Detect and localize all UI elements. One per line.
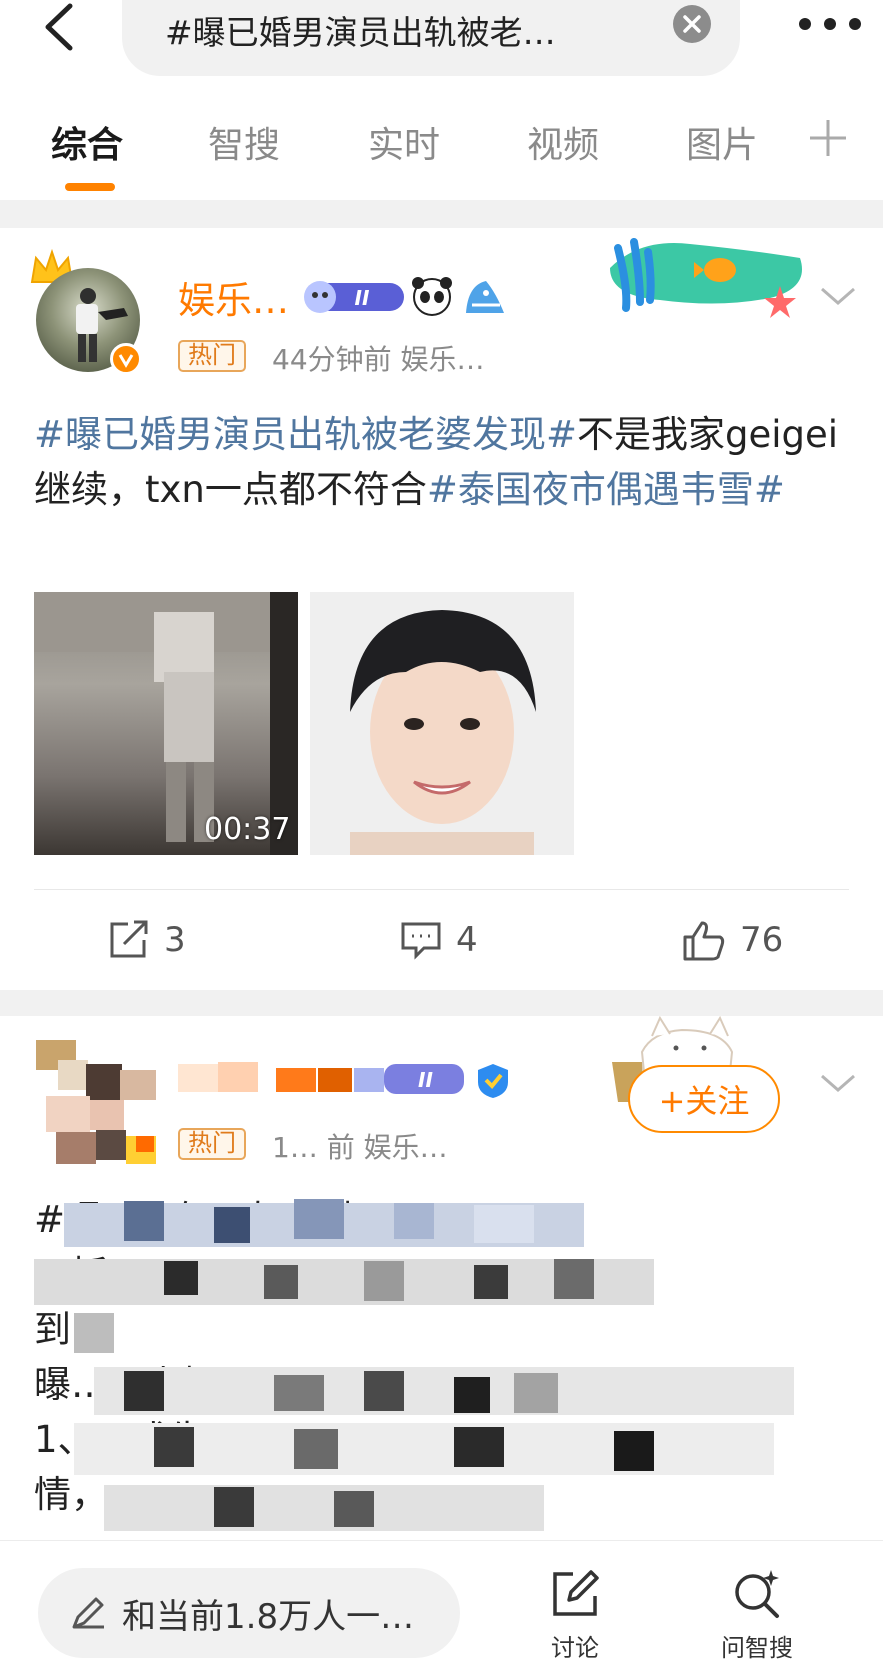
tab-video[interactable]: 视频 [527,116,599,168]
post-text: #曝已婚男演员出轨被老婆发现#不是我家geigei继续，txn一点都不符合#泰国… [34,407,849,517]
svg-text:II: II [418,1068,433,1092]
follow-button[interactable]: +关注 [628,1065,780,1133]
clear-search-icon[interactable] [673,5,711,43]
post-meta: 44分钟前 娱乐… [272,343,485,376]
ocean-decoration-icon [610,238,802,318]
chevron-down-icon[interactable] [818,1070,858,1096]
hot-tag: 热门 [178,340,246,372]
smart-search-icon [735,1570,779,1618]
active-tab-indicator [65,183,115,191]
ask-smart-search-button[interactable]: 问智搜 [702,1568,812,1663]
more-options-icon[interactable] [795,6,865,42]
tab-realtime[interactable]: 实时 [368,116,440,168]
add-tab-icon[interactable] [808,118,848,158]
tab-comprehensive[interactable]: 综合 [51,116,123,168]
repost-icon [110,920,148,958]
video-duration: 00:37 [204,812,291,847]
tab-images[interactable]: 图片 [686,116,758,168]
topic-link[interactable]: #泰国夜市偶遇韦雪# [427,468,785,511]
level-badge-icon: II [304,281,404,313]
user-badges: II [304,277,504,316]
search-tabs: 综合 智搜 实时 视频 图片 [0,98,883,190]
repost-button[interactable]: 3 [108,918,186,962]
avatar-pixelated[interactable] [36,1040,166,1170]
comment-count: 4 [456,920,478,960]
like-count: 76 [740,920,784,960]
tab-smart-search[interactable]: 智搜 [208,116,280,168]
section-divider [0,200,883,228]
comment-button[interactable]: 4 [400,918,478,962]
back-arrow-icon[interactable] [38,2,82,52]
like-icon [683,921,725,961]
divider [34,889,849,890]
author-name-pixelated[interactable]: II [178,1058,468,1098]
pixelation-overlay [34,1199,794,1531]
repost-count: 3 [164,920,186,960]
discuss-label: 讨论 [551,1634,599,1662]
panda-badge-icon [412,277,452,316]
chevron-down-icon[interactable] [818,283,858,309]
shark-badge-icon [466,281,504,313]
pencil-icon [72,1597,104,1629]
hot-tag: 热门 [178,1128,246,1160]
discuss-button[interactable]: 讨论 [520,1568,630,1663]
svg-text:II: II [355,286,370,310]
comment-placeholder: 和当前1.8万人一… [122,1596,415,1637]
search-query-text[interactable]: #曝已婚男演员出轨被老… [165,6,635,54]
edit-square-icon [553,1570,599,1616]
ask-label: 问智搜 [721,1634,793,1662]
author-name[interactable]: 娱乐… [178,270,289,324]
topic-link[interactable]: #曝已婚男演员出轨被老婆发现# [34,413,577,456]
like-button[interactable]: 76 [682,918,783,962]
post-image[interactable] [310,592,574,855]
comment-input[interactable]: 和当前1.8万人一… [38,1568,460,1658]
post-meta: 1… 前 娱乐… [272,1131,448,1164]
verified-shield-icon [478,1064,508,1098]
comment-icon [401,922,441,960]
verified-badge-icon [110,343,142,375]
